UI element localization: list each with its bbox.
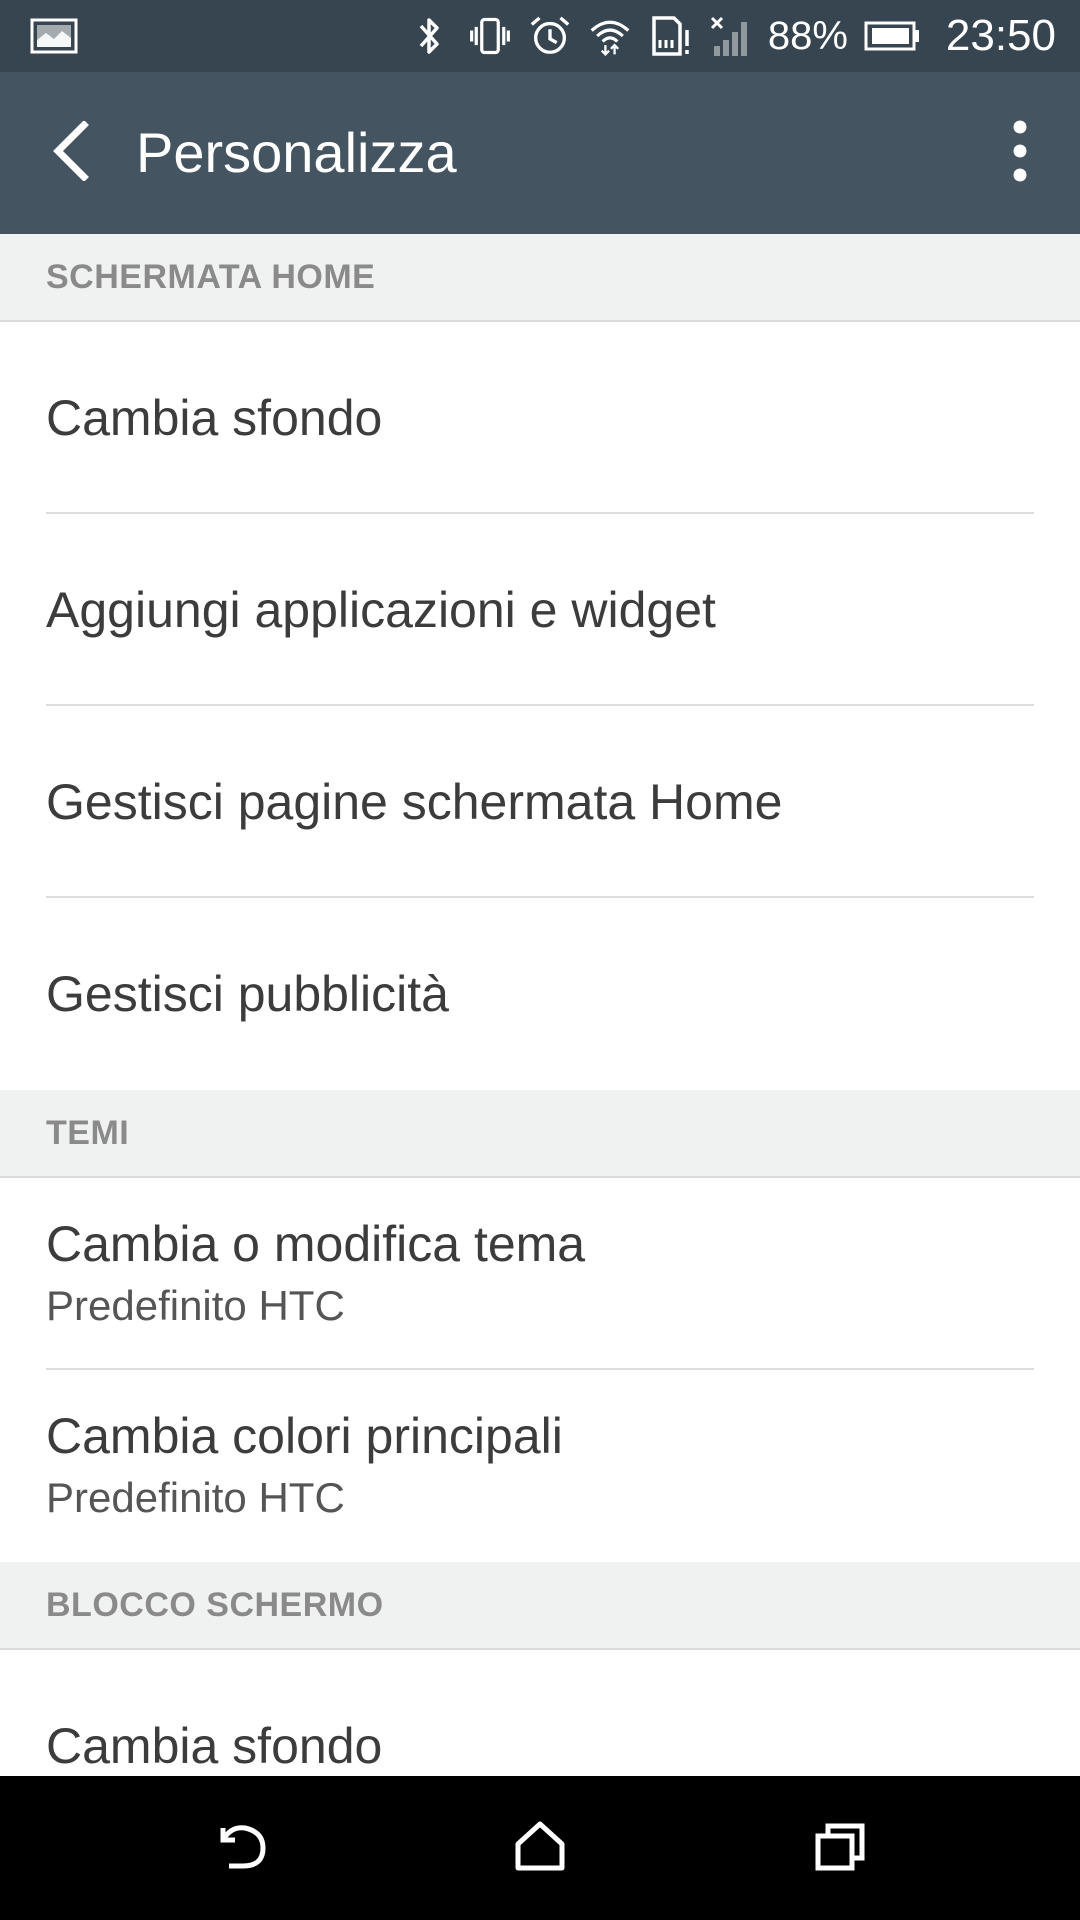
list-item-title: Aggiungi applicazioni e widget xyxy=(46,582,716,638)
back-button[interactable] xyxy=(30,113,110,193)
list-item-change-wallpaper[interactable]: Cambia sfondo xyxy=(0,322,1080,514)
clock: 23:50 xyxy=(945,11,1056,60)
page-title: Personalizza xyxy=(136,121,457,184)
recent-apps-icon xyxy=(812,1818,868,1879)
navigation-bar xyxy=(0,1776,1080,1920)
list-item-title: Cambia sfondo xyxy=(46,390,383,446)
overflow-menu-button[interactable] xyxy=(990,113,1050,193)
list-item-add-apps-widgets[interactable]: Aggiungi applicazioni e widget xyxy=(0,514,1080,706)
list-item-manage-ads[interactable]: Gestisci pubblicità xyxy=(0,898,1080,1090)
back-arrow-icon xyxy=(48,119,92,186)
app-bar: Personalizza xyxy=(0,72,1080,234)
list-item-change-theme[interactable]: Cambia o modifica tema Predefinito HTC xyxy=(0,1178,1080,1370)
section-header-label: TEMI xyxy=(46,1113,130,1152)
battery-percent: 88% xyxy=(767,14,848,58)
list-item-lock-screen-wallpaper[interactable]: Cambia sfondo xyxy=(0,1650,1080,1776)
list-item-subtitle: Predefinito HTC xyxy=(46,1474,345,1521)
status-bar: 88% 23:50 xyxy=(0,0,1080,72)
section-header-lock-screen: BLOCCO SCHERMO xyxy=(0,1562,1080,1650)
list-item-change-main-colors[interactable]: Cambia colori principali Predefinito HTC xyxy=(0,1370,1080,1562)
bluetooth-icon xyxy=(408,14,452,58)
overflow-menu-icon xyxy=(1010,119,1030,188)
list-item-manage-home-pages[interactable]: Gestisci pagine schermata Home xyxy=(0,706,1080,898)
wifi-icon xyxy=(588,14,632,58)
alarm-icon xyxy=(528,14,572,58)
nav-home-button[interactable] xyxy=(500,1808,580,1888)
no-signal-icon xyxy=(708,14,752,58)
section-header-themes: TEMI xyxy=(0,1090,1080,1178)
sd-card-warning-icon xyxy=(648,14,692,58)
back-icon xyxy=(211,1818,271,1879)
list-item-title: Cambia colori principali xyxy=(46,1408,563,1464)
screen: 88% 23:50 Personalizza SCHERMATA HOME Ca… xyxy=(0,0,1080,1920)
list-item-subtitle: Predefinito HTC xyxy=(46,1282,345,1329)
image-notification-icon xyxy=(30,18,78,54)
list-item-title: Gestisci pagine schermata Home xyxy=(46,774,783,830)
nav-recent-apps-button[interactable] xyxy=(800,1808,880,1888)
status-icons: 88% 23:50 xyxy=(408,0,1056,72)
settings-list: SCHERMATA HOME Cambia sfondo Aggiungi ap… xyxy=(0,234,1080,1776)
battery-icon xyxy=(864,14,922,58)
section-header-label: BLOCCO SCHERMO xyxy=(46,1585,384,1624)
list-item-title: Cambia sfondo xyxy=(46,1718,383,1774)
section-header-home: SCHERMATA HOME xyxy=(0,234,1080,322)
list-item-title: Gestisci pubblicità xyxy=(46,966,449,1022)
nav-back-button[interactable] xyxy=(201,1808,281,1888)
home-icon xyxy=(512,1818,568,1879)
vibrate-icon xyxy=(468,14,512,58)
list-item-title: Cambia o modifica tema xyxy=(46,1216,586,1272)
section-header-label: SCHERMATA HOME xyxy=(46,257,376,296)
